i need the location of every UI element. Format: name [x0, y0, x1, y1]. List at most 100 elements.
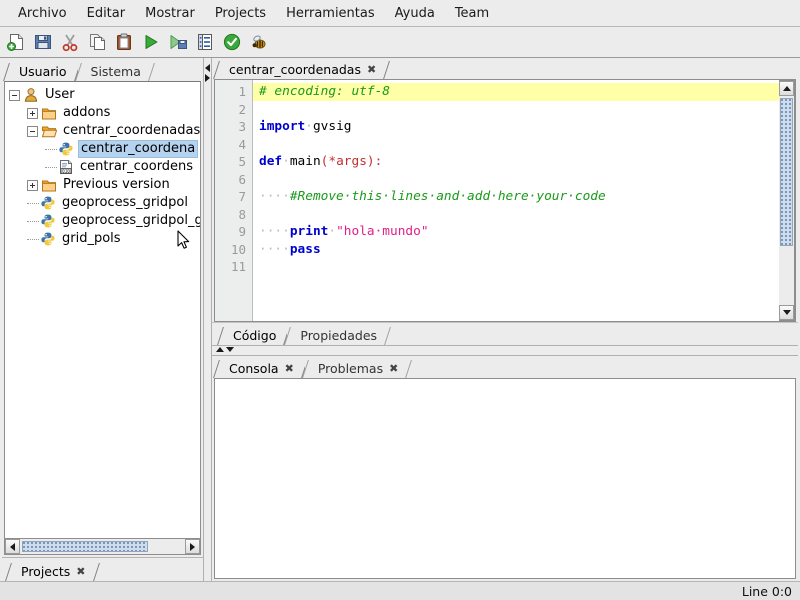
paste-icon	[116, 33, 131, 50]
editor-vscroll-thumb[interactable]	[780, 98, 793, 246]
splitter-collapse-arrows[interactable]	[205, 64, 210, 82]
properties-list-button[interactable]	[193, 29, 220, 56]
code-text[interactable]: # encoding: utf-8 import·gvsig def·main(…	[253, 80, 779, 321]
console-pane: Consola ✖ Problemas ✖	[212, 356, 798, 581]
toolbar	[0, 27, 800, 58]
cut-icon	[62, 34, 77, 52]
run-button[interactable]	[139, 29, 166, 56]
tab-consola[interactable]: Consola ✖	[216, 358, 305, 378]
copy-button[interactable]	[85, 29, 112, 56]
tree-item-label: geoprocess_gridpol_g	[62, 213, 201, 228]
tab-editor-centrar-coordenadas[interactable]: centrar_coordenadas ✖	[216, 59, 388, 79]
line-number: 8	[238, 206, 246, 222]
splitter-collapse-arrows-h[interactable]	[216, 347, 234, 352]
run-save-button[interactable]	[166, 29, 193, 56]
tree-item-label: Previous version	[63, 177, 170, 192]
code-line: def·main(*args):	[259, 153, 779, 171]
save-button[interactable]	[31, 29, 58, 56]
close-icon[interactable]: ✖	[389, 363, 398, 374]
cut-button[interactable]	[58, 29, 85, 56]
code-token: def	[259, 154, 283, 169]
console-output[interactable]	[214, 378, 796, 579]
code-line: import·gvsig	[259, 118, 779, 136]
tab-sistema[interactable]: Sistema	[77, 61, 152, 81]
tree-hscroll-thumb[interactable]	[22, 541, 148, 552]
code-editor[interactable]: 1 2 3 4 5 6 7 8 9 10 11 # encoding: utf-8 import·g…	[215, 80, 779, 321]
line-number: 2	[238, 101, 246, 117]
menu-bar: Archivo Editar Mostrar Projects Herramientas…	[0, 0, 800, 27]
project-tree: User addons centrar_coordenadas centrar_…	[5, 82, 200, 248]
line-number: 6	[238, 171, 246, 187]
menu-projects[interactable]: Projects	[205, 3, 276, 24]
tree-item[interactable]: 010 centrar_coordens	[9, 158, 200, 176]
tree-horizontal-scrollbar[interactable]	[4, 539, 201, 555]
new-file-button[interactable]	[4, 29, 31, 56]
scroll-up-button[interactable]	[779, 81, 794, 96]
tab-label: Problemas	[317, 360, 384, 376]
scroll-right-button[interactable]	[185, 539, 200, 554]
check-ok-button[interactable]	[220, 29, 247, 56]
tab-label: centrar_coordenadas	[229, 61, 361, 77]
tree-connector	[27, 202, 39, 204]
menu-team[interactable]: Team	[445, 3, 499, 24]
close-icon[interactable]: ✖	[76, 566, 85, 577]
tree-item[interactable]: grid_pols	[9, 230, 200, 248]
triangle-down-icon[interactable]	[226, 347, 234, 352]
tab-usuario[interactable]: Usuario	[6, 61, 78, 81]
menu-herramientas[interactable]: Herramientas	[276, 3, 385, 24]
tree-item[interactable]: Previous version	[9, 176, 200, 194]
menu-mostrar[interactable]: Mostrar	[135, 3, 205, 24]
close-icon[interactable]: ✖	[367, 64, 376, 75]
expand-icon[interactable]	[27, 107, 38, 119]
tab-label: Usuario	[19, 63, 67, 79]
tree-item[interactable]: centrar_coordena	[9, 140, 200, 158]
tree-hscroll-track[interactable]	[20, 539, 185, 554]
code-token: import	[259, 119, 306, 134]
triangle-left-icon[interactable]	[205, 64, 210, 72]
tree-item-label: geoprocess_gridpol	[62, 195, 188, 210]
bug-bee-button[interactable]	[247, 29, 274, 56]
properties-list-icon	[197, 34, 212, 50]
project-tree-container[interactable]: User addons centrar_coordenadas centrar_…	[4, 81, 201, 539]
user-icon	[24, 88, 38, 102]
triangle-right-icon	[190, 542, 195, 551]
tree-item[interactable]: geoprocess_gridpol	[9, 194, 200, 212]
close-icon[interactable]: ✖	[285, 363, 294, 374]
tab-propiedades[interactable]: Propiedades	[287, 325, 389, 345]
horizontal-splitter[interactable]	[212, 345, 798, 356]
menu-archivo[interactable]: Archivo	[8, 3, 77, 24]
tree-item-label: addons	[63, 105, 111, 120]
tab-label: Propiedades	[300, 327, 378, 343]
tree-item[interactable]: geoprocess_gridpol_g	[9, 212, 200, 230]
tab-c-digo[interactable]: Código	[220, 325, 288, 345]
triangle-up-icon	[782, 86, 791, 91]
scroll-left-button[interactable]	[5, 539, 20, 554]
tab-label: Projects	[21, 563, 71, 579]
triangle-right-icon[interactable]	[205, 74, 210, 82]
code-token: #Remove·this·lines·and·add·here·your·cod…	[289, 189, 606, 204]
collapse-icon[interactable]	[9, 89, 20, 101]
status-bar: Line 0:0	[0, 581, 800, 600]
collapse-icon[interactable]	[27, 125, 38, 137]
triangle-up-icon[interactable]	[216, 347, 224, 352]
tree-item[interactable]: User	[9, 86, 200, 104]
code-token: ·	[282, 154, 290, 169]
run-icon	[145, 35, 157, 49]
python-icon	[41, 232, 55, 246]
tree-item[interactable]: addons	[9, 104, 200, 122]
save-icon	[34, 35, 51, 49]
vertical-splitter[interactable]	[203, 58, 212, 581]
menu-editar[interactable]: Editar	[77, 3, 136, 24]
scroll-down-button[interactable]	[779, 305, 794, 320]
paste-button[interactable]	[112, 29, 139, 56]
tab-projects[interactable]: Projects ✖	[8, 561, 97, 581]
editor-vertical-scrollbar[interactable]	[779, 80, 795, 321]
tree-item[interactable]: centrar_coordenadas	[9, 122, 200, 140]
tab-problemas[interactable]: Problemas ✖	[304, 358, 410, 378]
bug-bee-icon	[252, 35, 265, 49]
menu-ayuda[interactable]: Ayuda	[385, 3, 445, 24]
editor-vscroll-track[interactable]	[779, 96, 794, 305]
expand-icon[interactable]	[27, 179, 38, 191]
